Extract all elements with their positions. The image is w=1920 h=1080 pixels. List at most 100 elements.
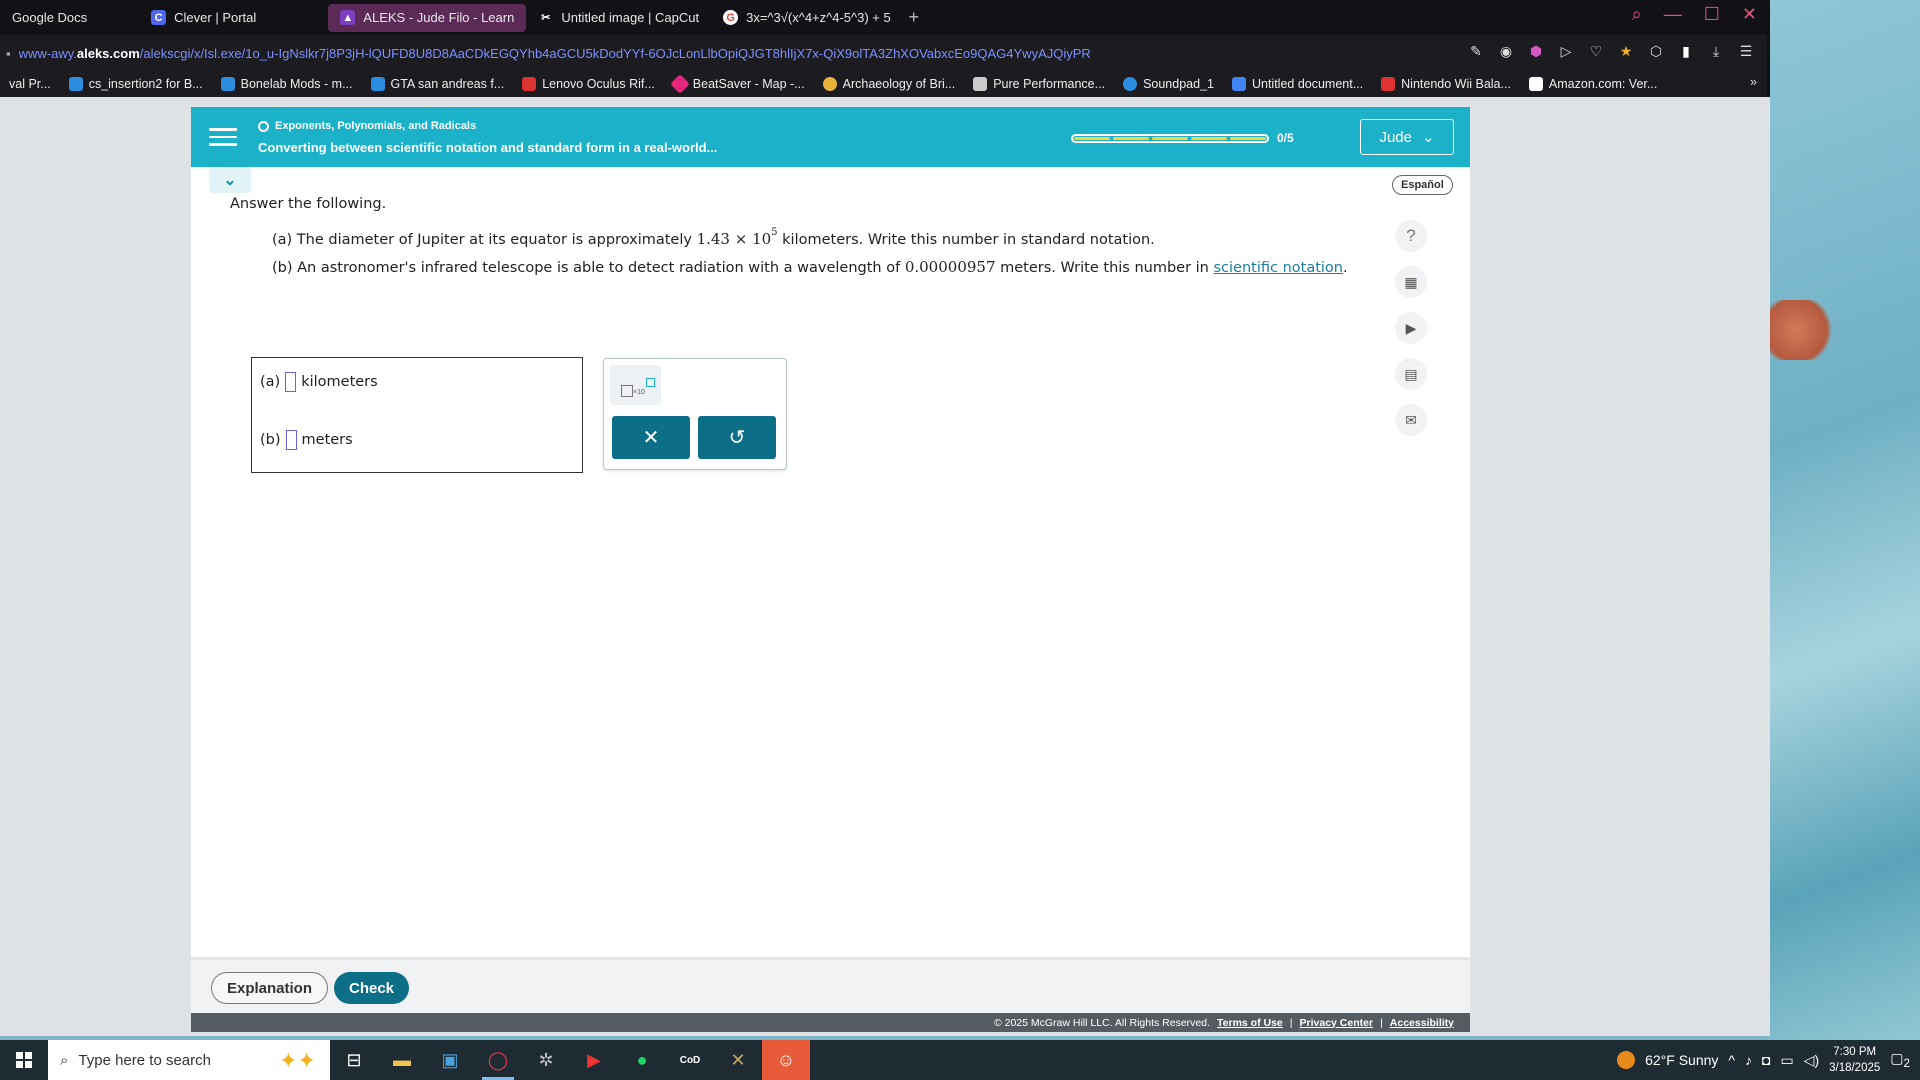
profile-icon[interactable]: ▮ (1677, 43, 1695, 60)
chevron-right-icon[interactable]: » (1750, 75, 1757, 89)
menu-icon[interactable]: ☰ (1737, 43, 1755, 60)
gear-icon (370, 77, 385, 91)
user-menu-button[interactable]: Jude ⌄ (1360, 119, 1454, 155)
placeholder-box-icon (621, 385, 633, 397)
notifications-icon[interactable]: ▢2 (1890, 1050, 1910, 1070)
url-text[interactable]: www-awy.aleks.com/alekscgi/x/Isl.exe/1o_… (19, 46, 1469, 61)
undo-button[interactable]: ↺ (698, 416, 776, 459)
answer-box: (a) kilometers (b) meters (251, 357, 583, 473)
clock[interactable]: 7:30 PM 3/18/2025 (1829, 1044, 1880, 1076)
answer-row-b: (b) meters (260, 430, 353, 450)
bookmark-item[interactable]: Lenovo Oculus Rif... (513, 77, 664, 91)
minimize-icon[interactable]: — (1664, 4, 1682, 25)
privacy-link[interactable]: Privacy Center (1300, 1017, 1374, 1029)
capcut-icon: ✂ (541, 12, 551, 24)
accessibility-link[interactable]: Accessibility (1390, 1017, 1454, 1029)
maximize-icon[interactable]: ☐ (1704, 4, 1720, 25)
chevron-up-icon[interactable]: ^ (1728, 1052, 1735, 1068)
bookmark-item[interactable]: Pure Performance... (964, 77, 1114, 91)
scientific-notation-key[interactable]: ×10 (610, 365, 661, 405)
spotify-icon[interactable]: ● (618, 1040, 666, 1080)
times-ten-label: ×10 (633, 389, 645, 396)
bookmark-label: BeatSaver - Map -... (692, 77, 805, 91)
clear-button[interactable]: ✕ (612, 416, 690, 459)
heart-icon[interactable]: ♡ (1587, 43, 1605, 60)
cube-icon[interactable]: ⬡ (1647, 43, 1665, 60)
part-b-value: 0.00000957 (904, 258, 996, 276)
address-bar[interactable]: ▪ www-awy.aleks.com/alekscgi/x/Isl.exe/1… (0, 35, 1767, 71)
tab-google-docs[interactable]: Google Docs (0, 4, 99, 32)
collapse-toggle[interactable]: ⌄ (209, 167, 251, 193)
bookmark-item[interactable]: BeatSaver - Map -... (664, 74, 814, 94)
aleks-header: Exponents, Polynomials, and Radicals Con… (191, 107, 1470, 167)
microphone-icon[interactable]: ♪ (1745, 1052, 1752, 1068)
tab-aleks[interactable]: ▲ ALEKS - Jude Filo - Learn (328, 3, 527, 32)
help-icon[interactable]: ? (1395, 220, 1427, 252)
chevron-down-icon: ⌄ (223, 172, 237, 189)
edit-icon[interactable]: ✎ (1467, 43, 1485, 60)
task-view-icon[interactable]: ⊟ (330, 1040, 378, 1080)
progress-label: 0/5 (1277, 131, 1294, 145)
exponent-box-icon (646, 378, 655, 387)
tab-capcut[interactable]: ✂ Untitled image | CapCut (526, 4, 711, 32)
taskbar: ⌕ Type here to search ✦✦ ⊟ ▬ ▣ ◯ ✲ ▶ ● C… (0, 1040, 1920, 1080)
textbook-icon[interactable]: ▤ (1395, 358, 1427, 390)
scientific-notation-link[interactable]: scientific notation (1213, 260, 1343, 276)
tab-clever[interactable]: C Clever | Portal (139, 4, 268, 32)
bookmark-label: cs_insertion2 for B... (88, 77, 203, 91)
answer-b-input[interactable] (285, 430, 297, 450)
tools-sidebar: ? ▦ ▶ ▤ ✉ (1395, 220, 1427, 436)
tool-icon[interactable]: ✕ (714, 1040, 762, 1080)
youtube-icon[interactable]: ▶ (570, 1040, 618, 1080)
bookmark-item[interactable]: Untitled document... (1223, 77, 1372, 91)
play-icon[interactable]: ▷ (1557, 43, 1575, 60)
bookmark-item[interactable]: Archaeology of Bri... (814, 77, 965, 91)
new-tab-button[interactable]: + (903, 7, 925, 29)
url-domain: aleks.com (76, 45, 140, 61)
mail-icon[interactable]: ✉ (1395, 404, 1427, 436)
volume-icon[interactable]: ◁) (1804, 1052, 1819, 1069)
opera-gx-icon[interactable]: ◯ (474, 1040, 522, 1080)
video-icon[interactable]: ▶ (1395, 312, 1427, 344)
hamburger-menu-icon[interactable] (209, 123, 237, 151)
extension-badge-icon[interactable]: ★ (1617, 43, 1635, 60)
bookmark-item[interactable]: GTA san andreas f... (362, 77, 514, 91)
camera-tray-icon[interactable]: ◘ (1762, 1052, 1770, 1068)
bookmark-item[interactable]: cs_insertion2 for B... (60, 77, 212, 91)
clever-icon: C (151, 10, 167, 25)
separator: | (1289, 1016, 1293, 1029)
shield-icon[interactable]: ⬢ (1527, 43, 1545, 60)
tab-google-search[interactable]: G 3x=^3√(x^4+z^4-5^3) + 5 (711, 4, 903, 32)
bookmark-item[interactable]: Nintendo Wii Bala... (1372, 77, 1520, 91)
answer-a-input[interactable] (285, 372, 297, 392)
weather-text[interactable]: 62°F Sunny (1645, 1052, 1718, 1068)
camera-icon[interactable]: ◉ (1497, 43, 1515, 60)
bookmark-item[interactable]: Soundpad_1 (1114, 77, 1223, 91)
close-icon[interactable]: ✕ (1742, 4, 1757, 25)
terms-link[interactable]: Terms of Use (1217, 1017, 1283, 1029)
app-icon[interactable]: ✲ (522, 1040, 570, 1080)
discord-icon[interactable]: ☺ (762, 1040, 810, 1080)
explanation-button[interactable]: Explanation (211, 972, 329, 1004)
call-of-duty-icon[interactable]: CoD (666, 1040, 714, 1080)
bookmark-item[interactable]: Amazon.com: Ver... (1520, 77, 1666, 91)
sparkle-icon: ✦✦ (279, 1048, 316, 1073)
bookmark-item[interactable]: val Pr... (0, 77, 60, 91)
bookmarks-bar: val Pr... cs_insertion2 for B... Bonelab… (0, 71, 1767, 97)
file-explorer-icon[interactable]: ▬ (378, 1040, 426, 1080)
wallpaper-figure (1768, 300, 1838, 360)
amazon-icon (1528, 77, 1543, 91)
download-icon[interactable]: ⤓ (1707, 43, 1725, 60)
store-icon[interactable]: ▣ (426, 1040, 474, 1080)
tab-label: ALEKS - Jude Filo - Learn (363, 10, 515, 25)
bookmark-label: Lenovo Oculus Rif... (542, 77, 655, 91)
taskbar-search[interactable]: ⌕ Type here to search ✦✦ (48, 1040, 330, 1080)
check-button[interactable]: Check (334, 972, 410, 1004)
network-icon[interactable]: ▭ (1780, 1052, 1793, 1069)
calculator-icon[interactable]: ▦ (1395, 266, 1427, 298)
start-button[interactable] (0, 1040, 48, 1080)
progress-bar (1071, 133, 1269, 143)
bookmark-item[interactable]: Bonelab Mods - m... (212, 77, 362, 91)
espanol-button[interactable]: Español (1392, 175, 1453, 195)
search-tabs-icon[interactable]: ⌕ (1632, 4, 1642, 25)
